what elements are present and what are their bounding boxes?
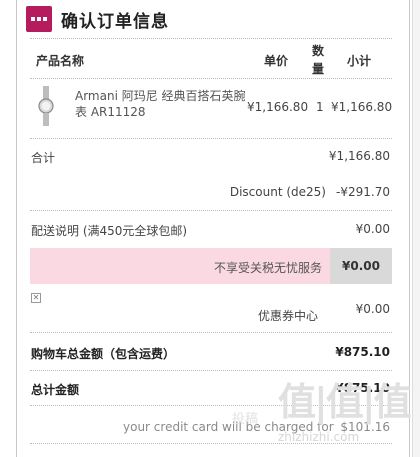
divider [30, 38, 392, 39]
divider [30, 78, 392, 79]
menu-icon [31, 17, 47, 21]
header: 确认订单信息 [26, 4, 169, 34]
shipping-value: ¥0.00 [355, 222, 390, 236]
cart-total-label: 购物车总金额（包含运费） [31, 347, 176, 361]
watermark-logo: 值|值|值 [278, 379, 412, 424]
column-header-qty-line2: 量 [312, 62, 325, 76]
menu-button[interactable] [26, 6, 52, 32]
page-edge [412, 0, 420, 457]
total-label: 合计 [31, 151, 56, 165]
coupon-checkbox[interactable]: ✕ [31, 293, 41, 303]
watermark-url: zhizhizhi.com [278, 430, 360, 444]
discount-label: Discount (de25) [229, 185, 326, 199]
divider [30, 332, 392, 333]
column-header-subtotal: 小计 [347, 54, 372, 68]
cart-total-value: ¥875.10 [335, 345, 390, 359]
discount-value: -¥291.70 [336, 185, 390, 199]
watermark-small-text: 投稿 [232, 412, 259, 427]
product-qty: 1 [316, 100, 324, 114]
total-value: ¥1,166.80 [328, 149, 390, 163]
product-name[interactable]: Armani 阿玛尼 经典百搭石英腕表 AR11128 [75, 88, 251, 120]
page-title: 确认订单信息 [61, 11, 169, 32]
watch-product-image[interactable] [38, 86, 54, 126]
shipping-label: 配送说明 (满450元全球包邮) [31, 224, 188, 238]
divider [30, 210, 392, 211]
tax-service-value: ¥0.00 [330, 248, 392, 284]
tax-service-label: 不享受关税无忧服务 [213, 261, 322, 275]
coupon-center-link[interactable]: 优惠券中心 [258, 307, 318, 324]
grand-total-label: 总计金额 [31, 383, 80, 397]
product-unit-price: ¥1,166.80 [247, 100, 309, 114]
coupon-value: ¥0.00 [355, 302, 390, 316]
column-header-product: 产品名称 [36, 54, 85, 68]
divider [30, 138, 392, 139]
product-subtotal: ¥1,166.80 [331, 100, 393, 114]
tax-service-row: 不享受关税无忧服务 ¥0.00 [30, 248, 392, 284]
column-header-unit-price: 单价 [264, 54, 289, 68]
column-header-qty-line1: 数 [312, 44, 325, 58]
